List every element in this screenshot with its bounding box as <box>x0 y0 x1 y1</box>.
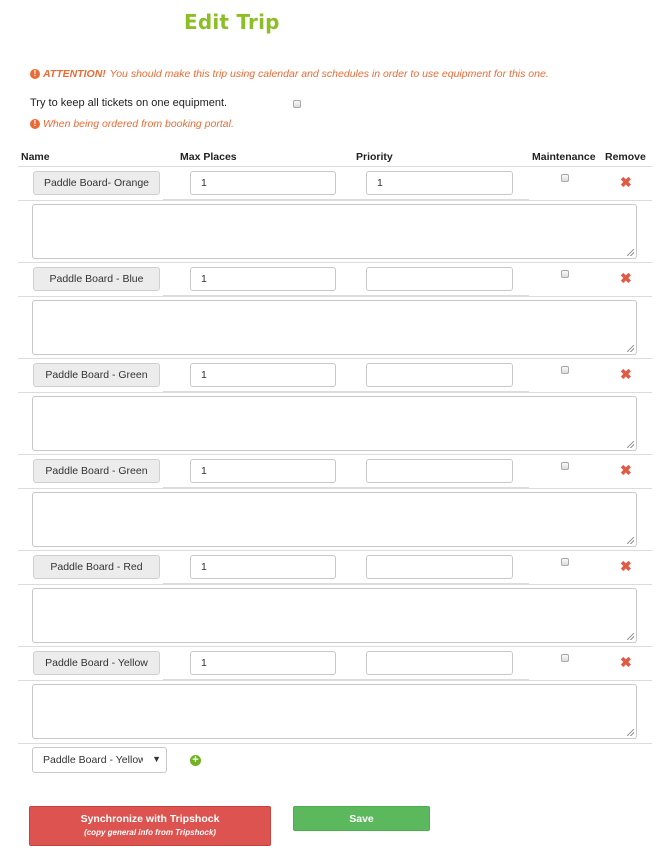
sync-button-label: Synchronize with Tripshock <box>80 813 220 825</box>
row-divider <box>18 680 652 681</box>
sync-button-sublabel: (copy general info from Tripshock) <box>84 828 216 837</box>
attention-notice: ! ATTENTION! You should make this trip u… <box>30 68 549 80</box>
resize-handle-icon[interactable] <box>627 537 634 544</box>
notes-textarea[interactable] <box>32 588 637 643</box>
priority-input[interactable] <box>366 459 513 483</box>
column-header-priority: Priority <box>356 151 393 163</box>
notes-textarea[interactable] <box>32 396 637 451</box>
equipment-name-button[interactable]: Paddle Board - Blue <box>33 267 160 291</box>
exclamation-circle-icon: ! <box>30 69 40 79</box>
maintenance-checkbox[interactable] <box>561 174 569 182</box>
add-equipment-select[interactable]: Paddle Board - Yellow ▼ <box>32 747 167 773</box>
remove-icon[interactable]: ✖ <box>620 463 632 477</box>
maintenance-checkbox[interactable] <box>561 366 569 374</box>
page-title: Edit Trip <box>184 10 280 34</box>
max-places-input[interactable]: 1 <box>190 363 336 387</box>
column-header-remove: Remove <box>605 151 646 163</box>
row-divider <box>18 646 652 647</box>
priority-input[interactable] <box>366 651 513 675</box>
max-places-input[interactable]: 1 <box>190 651 336 675</box>
column-header-maintenance: Maintenance <box>532 151 596 163</box>
notes-textarea[interactable] <box>32 300 637 355</box>
max-places-input[interactable]: 1 <box>190 459 336 483</box>
maintenance-checkbox[interactable] <box>561 558 569 566</box>
synchronize-tripshock-button[interactable]: Synchronize with Tripshock (copy general… <box>29 806 271 846</box>
equipment-name-button[interactable]: Paddle Board- Orange <box>33 171 160 195</box>
max-places-input[interactable]: 1 <box>190 267 336 291</box>
equipment-name-button[interactable]: Paddle Board - Green <box>33 459 160 483</box>
resize-handle-icon[interactable] <box>627 729 634 736</box>
resize-handle-icon[interactable] <box>627 441 634 448</box>
row-divider <box>18 584 652 585</box>
max-places-input[interactable]: 1 <box>190 555 336 579</box>
remove-icon[interactable]: ✖ <box>620 367 632 381</box>
remove-icon[interactable]: ✖ <box>620 655 632 669</box>
row-divider <box>18 392 652 393</box>
equipment-name-button[interactable]: Paddle Board - Red <box>33 555 160 579</box>
notes-textarea[interactable] <box>32 204 637 259</box>
row-divider <box>18 550 652 551</box>
priority-input[interactable] <box>366 267 513 291</box>
exclamation-circle-icon: ! <box>30 119 40 129</box>
save-button[interactable]: Save <box>293 806 430 831</box>
keep-tickets-note-text: When being ordered from booking portal. <box>43 118 234 130</box>
remove-icon[interactable]: ✖ <box>620 271 632 285</box>
maintenance-checkbox[interactable] <box>561 654 569 662</box>
equipment-name-button[interactable]: Paddle Board - Green <box>33 363 160 387</box>
row-divider <box>18 358 652 359</box>
notes-textarea[interactable] <box>32 492 637 547</box>
remove-icon[interactable]: ✖ <box>620 175 632 189</box>
resize-handle-icon[interactable] <box>627 633 634 640</box>
priority-input[interactable] <box>366 363 513 387</box>
column-header-name: Name <box>21 151 50 163</box>
attention-text: You should make this trip using calendar… <box>109 68 549 80</box>
priority-input[interactable]: 1 <box>366 171 513 195</box>
notes-textarea[interactable] <box>32 684 637 739</box>
column-header-max-places: Max Places <box>180 151 237 163</box>
row-divider <box>18 454 652 455</box>
plus-circle-icon[interactable]: + <box>190 755 201 766</box>
header-divider <box>18 166 652 167</box>
resize-handle-icon[interactable] <box>627 345 634 352</box>
remove-icon[interactable]: ✖ <box>620 559 632 573</box>
row-divider <box>18 262 652 263</box>
keep-tickets-checkbox[interactable] <box>293 100 301 108</box>
maintenance-checkbox[interactable] <box>561 270 569 278</box>
max-places-input[interactable]: 1 <box>190 171 336 195</box>
keep-tickets-label: Try to keep all tickets on one equipment… <box>30 97 228 109</box>
keep-tickets-note: ! When being ordered from booking portal… <box>30 118 234 130</box>
priority-input[interactable] <box>366 555 513 579</box>
add-equipment-selected-value: Paddle Board - Yellow <box>43 754 143 766</box>
chevron-down-icon: ▼ <box>152 754 161 764</box>
row-divider <box>18 296 652 297</box>
maintenance-checkbox[interactable] <box>561 462 569 470</box>
row-divider <box>18 200 652 201</box>
resize-handle-icon[interactable] <box>627 249 634 256</box>
attention-label: ATTENTION! <box>43 68 106 80</box>
list-divider <box>18 743 652 744</box>
row-divider <box>18 488 652 489</box>
equipment-name-button[interactable]: Paddle Board - Yellow <box>33 651 160 675</box>
